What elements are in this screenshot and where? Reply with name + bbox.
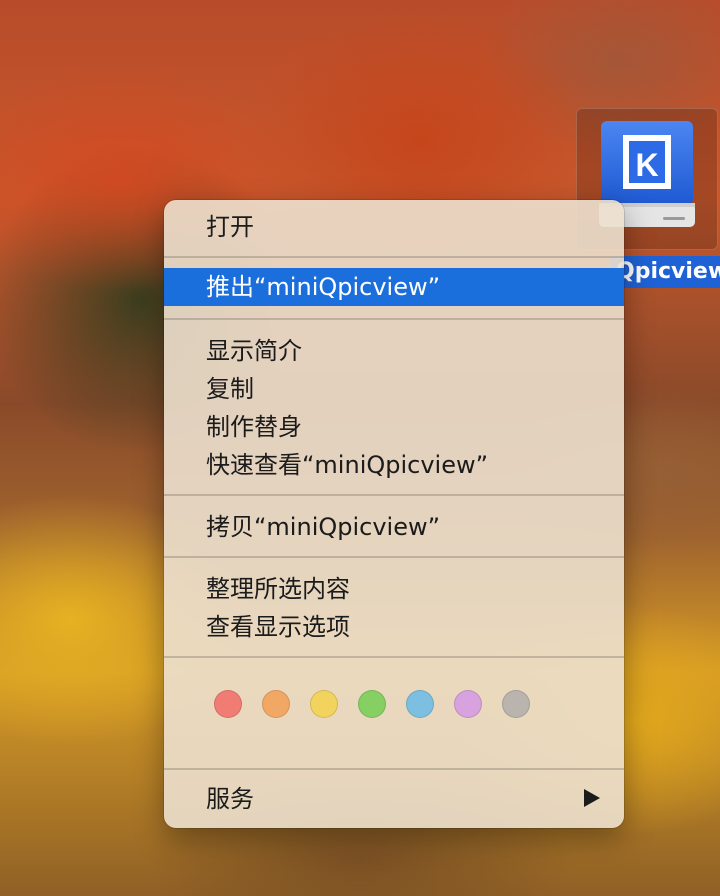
menu-separator bbox=[164, 318, 624, 320]
menu-item-view-options[interactable]: 查看显示选项 bbox=[164, 608, 624, 646]
tag-blue[interactable] bbox=[406, 690, 434, 718]
tag-orange[interactable] bbox=[262, 690, 290, 718]
menu-item-open[interactable]: 打开 bbox=[164, 208, 624, 246]
menu-separator bbox=[164, 494, 624, 496]
menu-separator bbox=[164, 768, 624, 770]
tag-yellow[interactable] bbox=[310, 690, 338, 718]
desktop: K Qpicview 打开 推出“miniQpicview” 显示简介 复制 制… bbox=[0, 0, 720, 896]
menu-item-duplicate[interactable]: 复制 bbox=[164, 370, 624, 408]
menu-item-clean-up[interactable]: 整理所选内容 bbox=[164, 570, 624, 608]
tag-purple[interactable] bbox=[454, 690, 482, 718]
context-menu: 打开 推出“miniQpicview” 显示简介 复制 制作替身 快速查看“mi… bbox=[164, 200, 624, 828]
menu-separator bbox=[164, 556, 624, 558]
menu-item-make-alias[interactable]: 制作替身 bbox=[164, 408, 624, 446]
tag-green[interactable] bbox=[358, 690, 386, 718]
menu-separator bbox=[164, 656, 624, 658]
menu-item-quick-look[interactable]: 快速查看“miniQpicview” bbox=[164, 446, 624, 484]
menu-item-eject[interactable]: 推出“miniQpicview” bbox=[164, 268, 624, 306]
tag-color-row bbox=[214, 690, 530, 720]
triangle-right-icon bbox=[584, 789, 600, 807]
disk-label[interactable]: Qpicview bbox=[610, 256, 720, 288]
svg-text:K: K bbox=[635, 147, 658, 183]
menu-separator bbox=[164, 256, 624, 258]
menu-item-services[interactable]: 服务 bbox=[164, 780, 624, 818]
tag-gray[interactable] bbox=[502, 690, 530, 718]
menu-item-get-info[interactable]: 显示简介 bbox=[164, 332, 624, 370]
menu-item-services-label: 服务 bbox=[206, 785, 254, 813]
tag-red[interactable] bbox=[214, 690, 242, 718]
menu-item-copy[interactable]: 拷贝“miniQpicview” bbox=[164, 508, 624, 546]
